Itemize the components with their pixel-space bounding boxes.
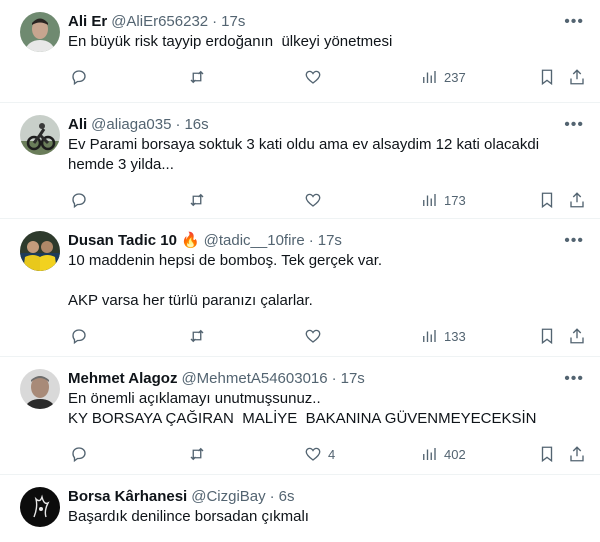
- retweet-button[interactable]: [188, 445, 206, 463]
- retweet-button[interactable]: [188, 191, 206, 209]
- user-handle[interactable]: @MehmetA54603016: [181, 369, 327, 389]
- user-handle[interactable]: @CizgiBay: [191, 487, 265, 507]
- views-button[interactable]: 237: [420, 68, 466, 86]
- tweet-text: 10 maddenin hepsi de bomboş. Tek gerçek …: [68, 252, 383, 309]
- tweet-time[interactable]: 16s: [184, 115, 208, 135]
- share-icon: [570, 328, 584, 344]
- tweet[interactable]: ••• Mehmet Alagoz @MehmetA54603016 · 17s…: [0, 357, 600, 475]
- avatar[interactable]: [20, 231, 60, 271]
- views-chart-icon: [423, 71, 436, 83]
- share-icon: [570, 446, 584, 462]
- separator-dot: ·: [175, 116, 181, 133]
- separator-dot: ·: [269, 488, 275, 505]
- tweet-time[interactable]: 17s: [341, 369, 365, 389]
- views-button[interactable]: 133: [420, 327, 466, 345]
- tweet-time[interactable]: 17s: [221, 12, 245, 32]
- retweet-button[interactable]: [188, 68, 206, 86]
- share-button[interactable]: [568, 68, 586, 86]
- separator-dot: ·: [308, 232, 314, 249]
- share-icon: [570, 69, 584, 85]
- view-count: 402: [444, 446, 466, 462]
- retweet-icon: [190, 329, 204, 343]
- more-options-icon[interactable]: •••: [564, 12, 584, 32]
- like-button[interactable]: 4: [304, 445, 335, 463]
- display-name[interactable]: Mehmet Alagoz: [68, 369, 177, 389]
- tweet-text: Başardık denilince borsadan çıkmalı: [68, 508, 309, 525]
- display-name[interactable]: Ali: [68, 115, 87, 135]
- reply-icon: [72, 193, 86, 209]
- bookmark-icon: [541, 192, 553, 209]
- view-count: 173: [444, 192, 466, 208]
- reply-icon: [72, 329, 86, 345]
- share-button[interactable]: [568, 445, 586, 463]
- reply-button[interactable]: [70, 445, 88, 463]
- user-handle[interactable]: @aliaga035: [91, 115, 171, 135]
- heart-icon: [305, 329, 321, 343]
- reply-button[interactable]: [70, 68, 88, 86]
- views-button[interactable]: 402: [420, 445, 466, 463]
- reply-button[interactable]: [70, 327, 88, 345]
- tweet-actions: 173: [16, 183, 584, 217]
- views-chart-icon: [423, 448, 436, 460]
- retweet-icon: [190, 447, 204, 461]
- reply-icon: [72, 447, 86, 463]
- view-count: 237: [444, 69, 466, 85]
- retweet-icon: [190, 70, 204, 84]
- tweet-feed: ••• Ali Er @AliEr656232 · 17s En büyük r…: [0, 0, 600, 542]
- like-button[interactable]: [304, 327, 328, 345]
- user-handle[interactable]: @tadic__10fire: [204, 231, 305, 251]
- share-button[interactable]: [568, 327, 586, 345]
- avatar[interactable]: [20, 369, 60, 409]
- view-count: 133: [444, 328, 466, 344]
- separator-dot: ·: [212, 13, 218, 30]
- avatar[interactable]: [20, 115, 60, 155]
- user-handle[interactable]: @AliEr656232: [111, 12, 208, 32]
- share-button[interactable]: [568, 191, 586, 209]
- tweet-text: En büyük risk tayyip erdoğanın ülkeyi yö…: [68, 33, 393, 50]
- like-button[interactable]: [304, 191, 328, 209]
- avatar[interactable]: [20, 12, 60, 52]
- tweet-text: En önemli açıklamayı unutmuşsunuz.. KY B…: [68, 390, 537, 427]
- bookmark-button[interactable]: [538, 191, 556, 209]
- tweet[interactable]: ••• Ali Er @AliEr656232 · 17s En büyük r…: [0, 0, 600, 103]
- like-button[interactable]: [304, 68, 328, 86]
- bookmark-icon: [541, 446, 553, 463]
- tweet[interactable]: Borsa Kârhanesi @CizgiBay · 6s Başardık …: [0, 475, 600, 542]
- like-count: 4: [328, 446, 336, 462]
- display-name[interactable]: Borsa Kârhanesi: [68, 487, 187, 507]
- views-button[interactable]: 173: [420, 191, 466, 209]
- display-name[interactable]: Ali Er: [68, 12, 107, 32]
- retweet-icon: [190, 193, 204, 207]
- more-options-icon[interactable]: •••: [564, 231, 584, 251]
- tweet-time[interactable]: 17s: [318, 231, 342, 251]
- tweet-time[interactable]: 6s: [279, 487, 295, 507]
- reply-button[interactable]: [70, 191, 88, 209]
- heart-icon: [305, 193, 321, 207]
- tweet-text: Ev Parami borsaya soktuk 3 kati oldu ama…: [68, 136, 540, 173]
- separator-dot: ·: [331, 370, 337, 387]
- fire-emoji-icon: 🔥: [180, 232, 200, 249]
- more-options-icon[interactable]: •••: [564, 369, 584, 389]
- views-chart-icon: [423, 330, 436, 342]
- more-options-icon[interactable]: •••: [564, 115, 584, 135]
- avatar[interactable]: [20, 487, 60, 527]
- retweet-button[interactable]: [188, 327, 206, 345]
- views-chart-icon: [423, 194, 436, 206]
- display-name[interactable]: Dusan Tadic 10: [68, 231, 177, 251]
- bookmark-button[interactable]: [538, 445, 556, 463]
- tweet-actions: 237: [16, 60, 584, 94]
- heart-icon: [305, 70, 321, 84]
- tweet[interactable]: ••• Ali @aliaga035 · 16s Ev Parami borsa…: [0, 103, 600, 219]
- reply-icon: [72, 70, 86, 86]
- bookmark-icon: [541, 69, 553, 86]
- bookmark-button[interactable]: [538, 68, 556, 86]
- tweet-actions: 4 402: [16, 437, 584, 471]
- share-icon: [570, 192, 584, 208]
- bookmark-icon: [541, 328, 553, 345]
- tweet-actions: 133: [16, 319, 584, 353]
- tweet[interactable]: ••• Dusan Tadic 10 🔥 @tadic__10fire · 17…: [0, 219, 600, 357]
- bookmark-button[interactable]: [538, 327, 556, 345]
- heart-icon: [305, 447, 321, 461]
